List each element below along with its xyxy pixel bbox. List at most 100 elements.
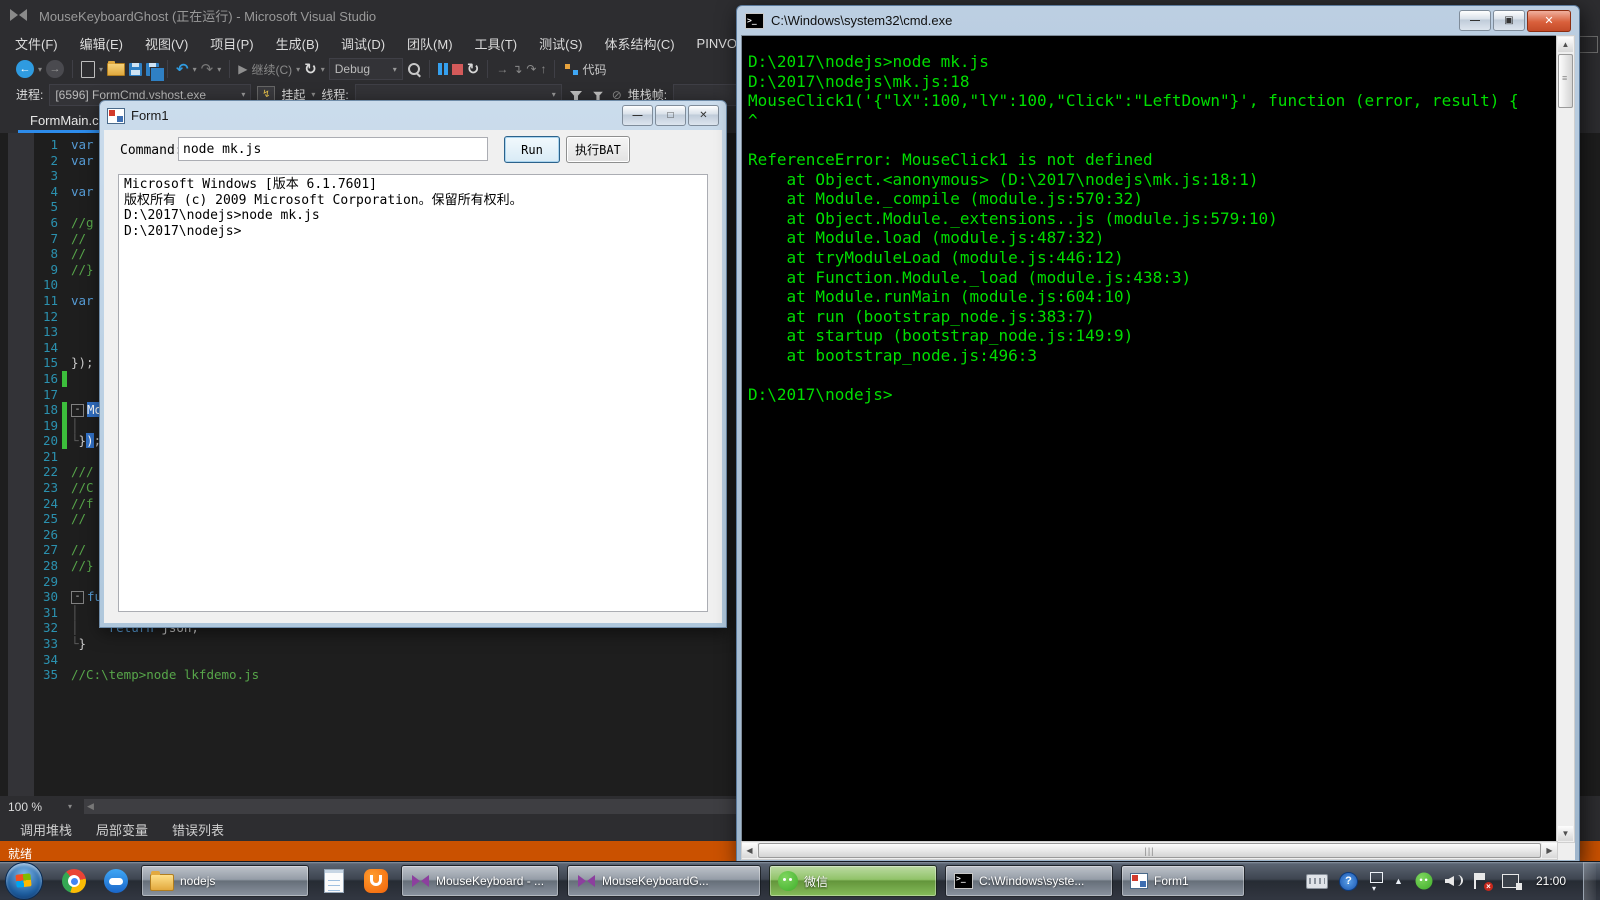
show-hidden-icons-icon[interactable]: ▲	[1394, 876, 1403, 886]
editor-zoom-dropdown[interactable]: 100 % ▾	[2, 797, 78, 816]
open-file-icon[interactable]	[107, 60, 126, 76]
line-number: 18	[42, 402, 58, 418]
filter-threads-icon[interactable]	[569, 91, 582, 104]
show-desktop-button[interactable]	[1583, 862, 1596, 900]
suspend-dropdown-icon[interactable]: ▾	[311, 90, 315, 99]
redo-icon[interactable]: ↷	[201, 62, 214, 77]
form1-minimize-button[interactable]: —	[622, 105, 653, 126]
wechat-icon	[778, 871, 798, 891]
menu-item[interactable]: 编辑(E)	[69, 34, 134, 53]
new-file-dropdown-icon[interactable]: ▾	[99, 65, 103, 74]
editor-horizontal-scrollbar[interactable]: ◀	[84, 799, 740, 814]
taskbar-button-uc[interactable]	[359, 866, 393, 896]
panel-tab[interactable]: 调用堆栈	[8, 820, 84, 839]
back-dropdown-icon[interactable]: ▾	[38, 65, 42, 74]
taskbar-button-chrome[interactable]	[57, 866, 91, 896]
horizontal-scroll-thumb[interactable]: |||	[758, 843, 1541, 858]
form1-title-bar[interactable]: Form1 — □ ✕	[100, 101, 726, 130]
menu-item[interactable]: 体系结构(C)	[593, 34, 685, 53]
undo-dropdown-icon[interactable]: ▾	[193, 65, 197, 74]
menu-item[interactable]: 工具(T)	[464, 34, 529, 53]
scroll-right-icon[interactable]: ▶	[1542, 843, 1557, 858]
menu-item[interactable]: 生成(B)	[265, 34, 330, 53]
taskbar-button-mousekeyboard[interactable]: MouseKeyboard - ...	[401, 865, 559, 897]
change-bar	[62, 433, 67, 449]
step-into-icon[interactable]: ↴	[512, 62, 522, 76]
code-map-label[interactable]: 代码	[582, 61, 606, 78]
panel-tab[interactable]: 局部变量	[84, 820, 160, 839]
taskbar-clock[interactable]: 21:00	[1530, 874, 1572, 888]
taskbar-button-c-windows-syste[interactable]: C:\Windows\syste...	[945, 865, 1113, 897]
form1-window-icon	[107, 107, 125, 124]
refresh-icon[interactable]: ↻	[304, 62, 317, 77]
command-input[interactable]	[178, 137, 488, 161]
save-all-icon[interactable]	[146, 62, 166, 82]
save-icon[interactable]	[129, 62, 143, 76]
fold-marker-icon[interactable]: -	[71, 404, 84, 418]
navigate-back-icon[interactable]: ←	[16, 60, 34, 78]
step-over-icon[interactable]: ↷	[526, 62, 536, 76]
line-number: 2	[50, 152, 58, 168]
navigate-forward-icon[interactable]: →	[46, 60, 65, 78]
start-button[interactable]	[5, 862, 43, 900]
refresh-dropdown-icon[interactable]: ▾	[321, 65, 325, 74]
help-tray-icon[interactable]: ?	[1339, 871, 1359, 891]
wechat-tray-icon[interactable]	[1415, 872, 1433, 890]
run-button[interactable]: Run	[504, 136, 560, 163]
taskbar-button-notepad[interactable]	[317, 866, 351, 896]
cmd-console[interactable]: D:\2017\nodejs>node mk.js D:\2017\nodejs…	[741, 35, 1558, 843]
cmd-output: D:\2017\nodejs>node mk.js D:\2017\nodejs…	[748, 52, 1519, 405]
line-number: 29	[42, 573, 58, 589]
cmd-vertical-scrollbar[interactable]: ▲ ▼	[1556, 35, 1575, 843]
vertical-scroll-thumb[interactable]	[1558, 54, 1573, 108]
taskbar-button-form1[interactable]: Form1	[1121, 865, 1245, 897]
form1-output[interactable]: Microsoft Windows [版本 6.1.7601] 版权所有 (c)…	[118, 174, 708, 612]
form1-close-button[interactable]: ✕	[688, 105, 719, 126]
new-file-icon[interactable]	[81, 60, 96, 78]
taskbar-button-nodejs[interactable]: nodejs	[141, 865, 309, 897]
form1-maximize-button[interactable]: □	[655, 105, 686, 126]
cmd-close-button[interactable]: ✕	[1527, 9, 1571, 32]
input-method-keyboard-icon[interactable]	[1306, 873, 1329, 889]
taskbar-button-mousekeyboardg[interactable]: MouseKeyboardG...	[567, 865, 761, 897]
menu-item[interactable]: 项目(P)	[199, 34, 264, 53]
cmd-minimize-button[interactable]: —	[1459, 9, 1491, 31]
continue-label[interactable]: 继续(C)	[251, 61, 292, 78]
filter-flagged-icon[interactable]	[592, 91, 603, 103]
menu-item[interactable]: 测试(S)	[528, 34, 593, 53]
show-next-statement-icon[interactable]: →	[496, 62, 508, 76]
undo-icon[interactable]: ↶	[176, 62, 189, 77]
redo-dropdown-icon[interactable]: ▾	[217, 65, 221, 74]
stop-debugging-icon[interactable]	[451, 63, 463, 75]
panel-tab[interactable]: 错误列表	[160, 820, 236, 839]
continue-dropdown-icon[interactable]: ▾	[296, 65, 300, 74]
execute-bat-button[interactable]: 执行BAT	[566, 136, 630, 163]
cmd-maximize-button[interactable]: ▣	[1493, 9, 1525, 31]
form-icon	[1130, 873, 1148, 889]
pause-icon[interactable]	[437, 63, 448, 75]
network-icon[interactable]	[1501, 874, 1522, 890]
scroll-up-icon[interactable]: ▲	[1558, 37, 1573, 52]
scroll-down-icon[interactable]: ▼	[1558, 826, 1573, 841]
menu-item[interactable]: 文件(F)	[4, 34, 69, 53]
cmd-title-bar[interactable]: C:\Windows\system32\cmd.exe — ▣ ✕	[737, 6, 1579, 35]
debug-config-dropdown[interactable]: Debug ▾	[328, 58, 403, 80]
cmd-resize-grip[interactable]	[1558, 843, 1575, 860]
action-center-flag-icon[interactable]	[1473, 873, 1493, 891]
cmd-horizontal-scrollbar[interactable]: ◀ ||| ▶	[741, 841, 1558, 860]
fold-marker-icon[interactable]: -	[71, 591, 84, 605]
taskbar-button-baidu[interactable]	[99, 866, 133, 896]
volume-icon[interactable]	[1445, 874, 1463, 888]
floating-deskband-icon[interactable]	[1369, 872, 1384, 893]
menu-item[interactable]: 视图(V)	[134, 34, 199, 53]
continue-icon[interactable]: ▶	[238, 62, 247, 77]
code-map-icon[interactable]	[565, 63, 579, 75]
find-in-files-icon[interactable]	[407, 62, 421, 76]
menu-item[interactable]: 团队(M)	[396, 34, 464, 53]
restart-icon[interactable]: ↻	[467, 62, 480, 77]
taskbar-button-微信[interactable]: 微信	[769, 865, 937, 897]
baidu-icon	[104, 869, 128, 893]
step-out-icon[interactable]: ↑	[540, 62, 546, 76]
scroll-left-icon[interactable]: ◀	[742, 843, 757, 858]
menu-item[interactable]: 调试(D)	[330, 34, 396, 53]
